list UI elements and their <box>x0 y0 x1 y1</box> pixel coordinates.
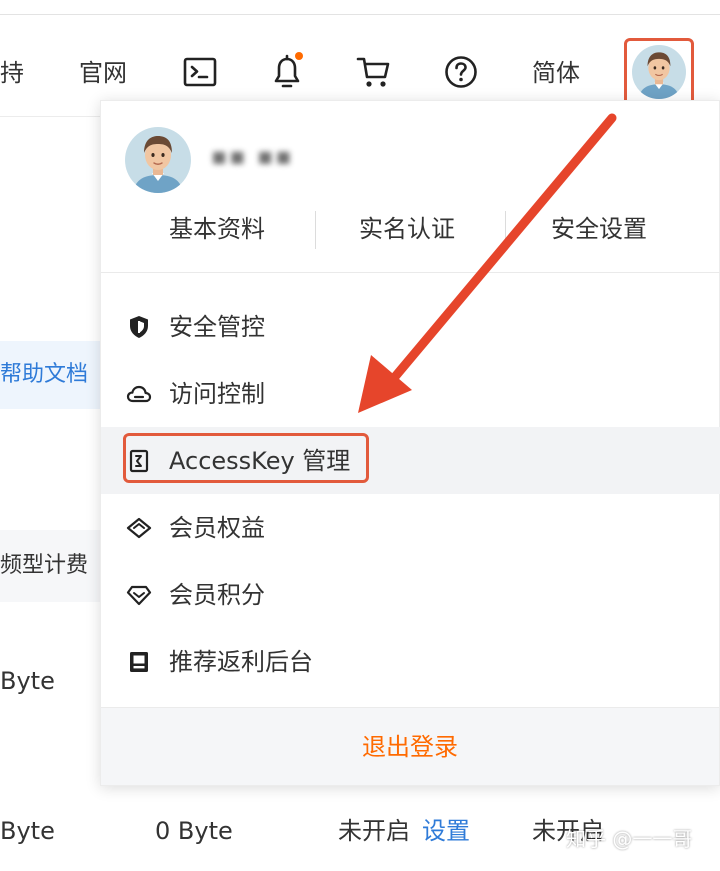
watermark-text: 知乎 @一一哥 <box>566 827 693 851</box>
language-switch[interactable]: 简体 <box>532 58 580 88</box>
menu-item-access-control[interactable]: 访问控制 <box>101 360 720 427</box>
username-masked: ▪▪ ▪▪ <box>211 142 294 170</box>
cloud-icon <box>125 380 153 408</box>
dropdown-profile-section: ▪▪ ▪▪ 基本资料 实名认证 安全设置 <box>101 101 720 273</box>
nav-support-link[interactable]: 持 <box>0 58 24 88</box>
tab-separator <box>315 211 316 249</box>
notification-dot <box>295 52 303 60</box>
bg-cell-status: 未开启 <box>338 817 410 845</box>
monitor-icon <box>125 648 153 676</box>
menu-item-accesskey-management[interactable]: AccessKey 管理 <box>101 427 720 494</box>
bg-help-docs-link[interactable]: 帮助文档 <box>0 341 105 409</box>
bg-cell-value: Byte <box>0 667 55 695</box>
bg-divider <box>0 116 100 117</box>
menu-item-member-benefits[interactable]: 会员权益 <box>101 494 720 561</box>
menu-item-security-control[interactable]: 安全管控 <box>101 293 720 360</box>
bg-table-header: 频型计费 <box>0 530 105 602</box>
menu-item-label: 安全管控 <box>169 312 265 341</box>
menu-item-label: 会员积分 <box>169 580 265 609</box>
profile-tabs: 基本资料 实名认证 安全设置 <box>101 209 720 251</box>
menu-item-referral-dashboard[interactable]: 推荐返利后台 <box>101 628 720 695</box>
diamond-icon <box>125 514 153 542</box>
tab-real-name-auth[interactable]: 实名认证 <box>359 213 455 245</box>
user-avatar-button[interactable] <box>624 38 694 106</box>
nav-website-link[interactable]: 官网 <box>79 58 127 88</box>
cart-icon[interactable] <box>354 52 394 92</box>
bg-cell-value: Byte <box>0 817 55 845</box>
menu-item-label: 访问控制 <box>169 379 265 408</box>
user-avatar <box>125 127 191 193</box>
bg-settings-link[interactable]: 设置 <box>422 816 470 846</box>
menu-item-member-points[interactable]: 会员积分 <box>101 561 720 628</box>
tab-basic-info[interactable]: 基本资料 <box>169 213 265 245</box>
dropdown-footer: 退出登录 <box>101 707 719 785</box>
logout-button[interactable]: 退出登录 <box>362 732 458 762</box>
shield-icon <box>125 313 153 341</box>
bell-icon[interactable] <box>267 52 307 92</box>
dropdown-menu-list: 安全管控 访问控制 AccessKey 管理 会员权益 会员积分 推荐返利后台 <box>101 293 720 695</box>
menu-item-label: 推荐返利后台 <box>169 647 313 676</box>
top-divider <box>0 14 720 15</box>
menu-item-label: 会员权益 <box>169 513 265 542</box>
user-dropdown-menu: ▪▪ ▪▪ 基本资料 实名认证 安全设置 安全管控 访问控制 AccessKey… <box>100 100 720 786</box>
bg-cell-value: 0 Byte <box>155 817 233 845</box>
help-circle-icon[interactable] <box>441 52 481 92</box>
gem-icon <box>125 581 153 609</box>
tab-security-settings[interactable]: 安全设置 <box>551 213 647 245</box>
annotation-highlight-box <box>123 433 369 483</box>
tab-separator <box>505 211 506 249</box>
user-avatar <box>632 45 686 99</box>
terminal-icon[interactable] <box>180 52 220 92</box>
